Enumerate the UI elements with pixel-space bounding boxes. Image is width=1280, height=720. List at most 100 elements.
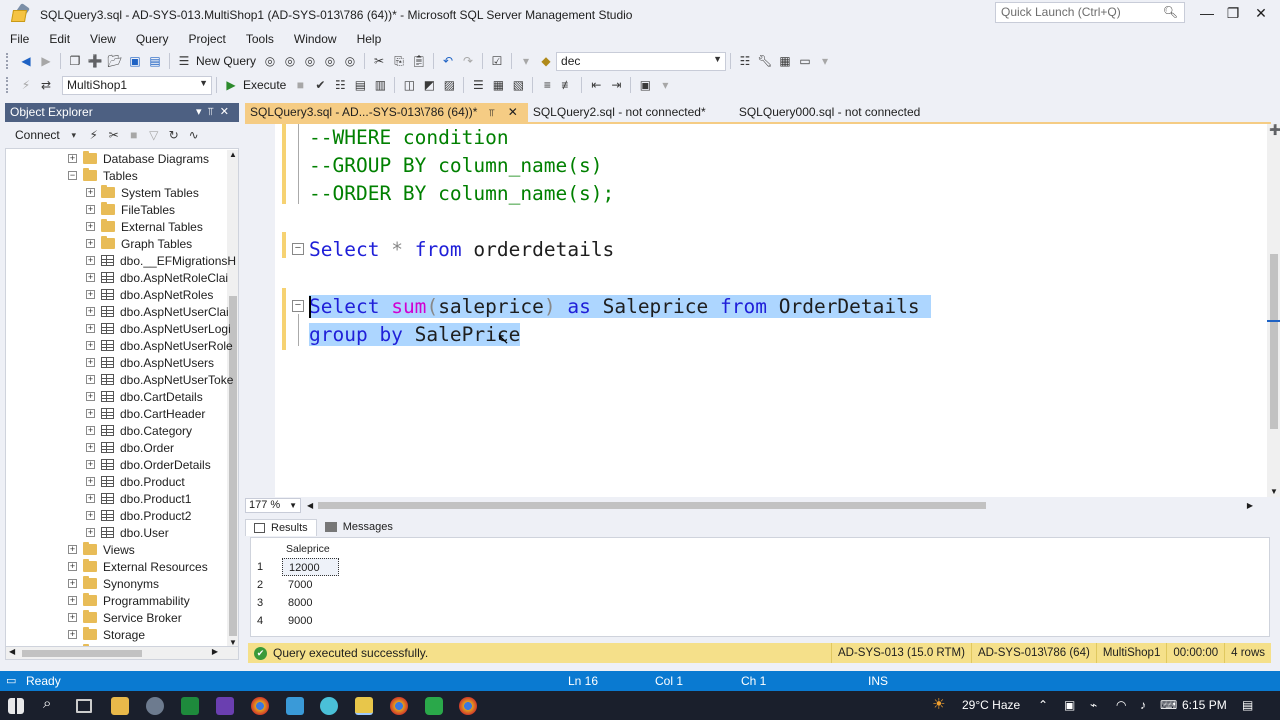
refresh-icon[interactable]: ↻ [166,127,182,143]
zoom-combo[interactable]: 177 % ▼ [245,497,301,513]
file-explorer-icon[interactable] [111,697,129,715]
add-item-icon[interactable]: ➕ [87,53,103,69]
editor-vertical-scrollbar[interactable]: ➕ ▼ [1267,124,1280,497]
weather-text[interactable]: 29°C Haze [962,698,1020,712]
expand-icon[interactable]: + [86,273,95,282]
ssms-taskbar-icon[interactable] [355,697,373,715]
expand-icon[interactable]: + [68,154,77,163]
scrollbar-thumb[interactable] [1270,254,1278,429]
app-tray-icon[interactable]: ▣ [1064,698,1075,712]
expand-icon[interactable]: + [68,596,77,605]
undo-icon[interactable]: ↶ [440,53,456,69]
chrome-icon[interactable] [459,697,477,715]
forward-icon[interactable]: ▶ [38,53,54,69]
object-explorer-tree[interactable]: ▲ ▼ + Database Diagrams − Tables + System Tab… [5,148,239,648]
tab-sqlquery3[interactable]: SQLQuery3.sql - AD...-SYS-013\786 (64))*… [245,103,528,122]
solution-config-icon[interactable]: ◆ [538,53,554,69]
stop-icon[interactable]: ■ [292,77,308,93]
parse-icon[interactable]: ✔ [312,77,328,93]
collapse-icon[interactable]: − [68,171,77,180]
grid-cell[interactable]: 7000 [282,576,339,594]
split-icon[interactable]: ➕ [1269,125,1280,136]
intellisense-icon[interactable]: ▥ [372,77,388,93]
properties-icon[interactable]: ☷ [737,53,753,69]
column-header-saleprice[interactable]: Saleprice [282,540,340,558]
new-query-button[interactable]: New Query [196,54,256,68]
query-designer-icon[interactable]: ▤ [352,77,368,93]
tree-item[interactable]: + dbo.OrderDetails [86,456,211,473]
tree-item[interactable]: + Database Diagrams [68,150,209,167]
expand-icon[interactable]: + [68,545,77,554]
cut-icon[interactable]: ✂ [371,53,387,69]
tab-messages[interactable]: Messages [317,519,401,535]
expand-icon[interactable]: + [86,205,95,214]
expand-icon[interactable]: + [86,222,95,231]
window-layout-icon[interactable]: ▭ [797,53,813,69]
collapse-icon[interactable]: − [292,300,304,312]
app-icon[interactable] [146,697,164,715]
tree-item[interactable]: + External Resources [68,558,208,575]
notifications-icon[interactable]: ▤ [1242,698,1253,712]
toolbar-grip[interactable] [6,53,10,69]
expand-icon[interactable]: + [86,290,95,299]
results-grid[interactable]: Saleprice 1 12000 2 7000 3 8000 4 9000 [250,537,1270,637]
copy-icon[interactable]: ⎘ [391,53,407,69]
menu-window[interactable]: Window [284,30,347,48]
expand-icon[interactable]: + [86,188,95,197]
tree-item[interactable]: + dbo.AspNetRoles [86,286,213,303]
grid-cell[interactable]: 8000 [282,594,339,612]
expand-icon[interactable]: + [86,392,95,401]
expand-icon[interactable]: + [86,375,95,384]
results-to-text-icon[interactable]: ☰ [470,77,486,93]
expand-icon[interactable]: + [68,562,77,571]
tree-item[interactable]: + FileTables [86,201,175,218]
expand-icon[interactable]: + [68,579,77,588]
specify-values-icon[interactable]: ▣ [637,77,653,93]
tree-item[interactable]: + dbo.CartDetails [86,388,203,405]
wrench-icon[interactable]: 🔧︎ [757,53,773,69]
disconnect-icon[interactable]: ✂ [106,127,122,143]
scroll-up-icon[interactable]: ▲ [229,150,237,159]
redo-icon[interactable]: ↷ [460,53,476,69]
back-icon[interactable]: ◀ [18,53,34,69]
vertical-scrollbar[interactable]: ▲ ▼ [227,150,238,647]
close-tab-icon[interactable]: ✕ [508,105,518,119]
tree-item[interactable]: + dbo.User [86,524,169,541]
expand-icon[interactable]: + [86,460,95,469]
uncomment-icon[interactable]: ≢ [559,77,575,93]
new-project-icon[interactable]: ❐ [67,53,83,69]
tree-item[interactable]: + dbo.AspNetRoleClai [86,269,228,286]
tree-item[interactable]: + System Tables [86,184,199,201]
toolbar-grip[interactable] [6,77,10,93]
tree-item[interactable]: + dbo.__EFMigrationsH [86,252,236,269]
expand-icon[interactable]: + [86,409,95,418]
expand-icon[interactable]: + [86,443,95,452]
tree-item[interactable]: + dbo.Product1 [86,490,191,507]
decrease-indent-icon[interactable]: ⇤ [588,77,604,93]
include-plan-icon[interactable]: ◫ [401,77,417,93]
expand-icon[interactable]: + [86,494,95,503]
horizontal-scrollbar[interactable]: ◀ ▶ [5,646,239,660]
tree-item[interactable]: + Programmability [68,592,190,609]
tree-item[interactable]: + dbo.AspNetUserClai [86,303,229,320]
visual-studio-icon[interactable] [216,697,234,715]
save-all-icon[interactable]: ▤ [147,53,163,69]
tree-item[interactable]: + Graph Tables [86,235,192,252]
wifi-icon[interactable]: ◠ [1116,698,1126,712]
open-folder-icon[interactable]: 📂︎ [107,53,123,69]
task-view-icon[interactable] [76,699,92,713]
search-icon[interactable]: ⌕ [43,695,51,712]
grid-cell[interactable]: 9000 [282,612,339,630]
weather-icon[interactable]: ☀ [932,695,945,713]
expand-icon[interactable]: + [86,528,95,537]
paste-icon[interactable]: 📋︎ [411,53,427,69]
notepad-icon[interactable] [286,697,304,715]
filter-icon[interactable]: ▽ [146,127,162,143]
expand-icon[interactable]: + [68,613,77,622]
tree-item[interactable]: + Service Broker [68,609,182,626]
tree-item[interactable]: + Storage [68,626,145,643]
expand-icon[interactable]: + [86,256,95,265]
dropdown-icon[interactable]: ▾ [518,53,534,69]
expand-icon[interactable]: + [86,358,95,367]
collapse-icon[interactable]: − [292,243,304,255]
